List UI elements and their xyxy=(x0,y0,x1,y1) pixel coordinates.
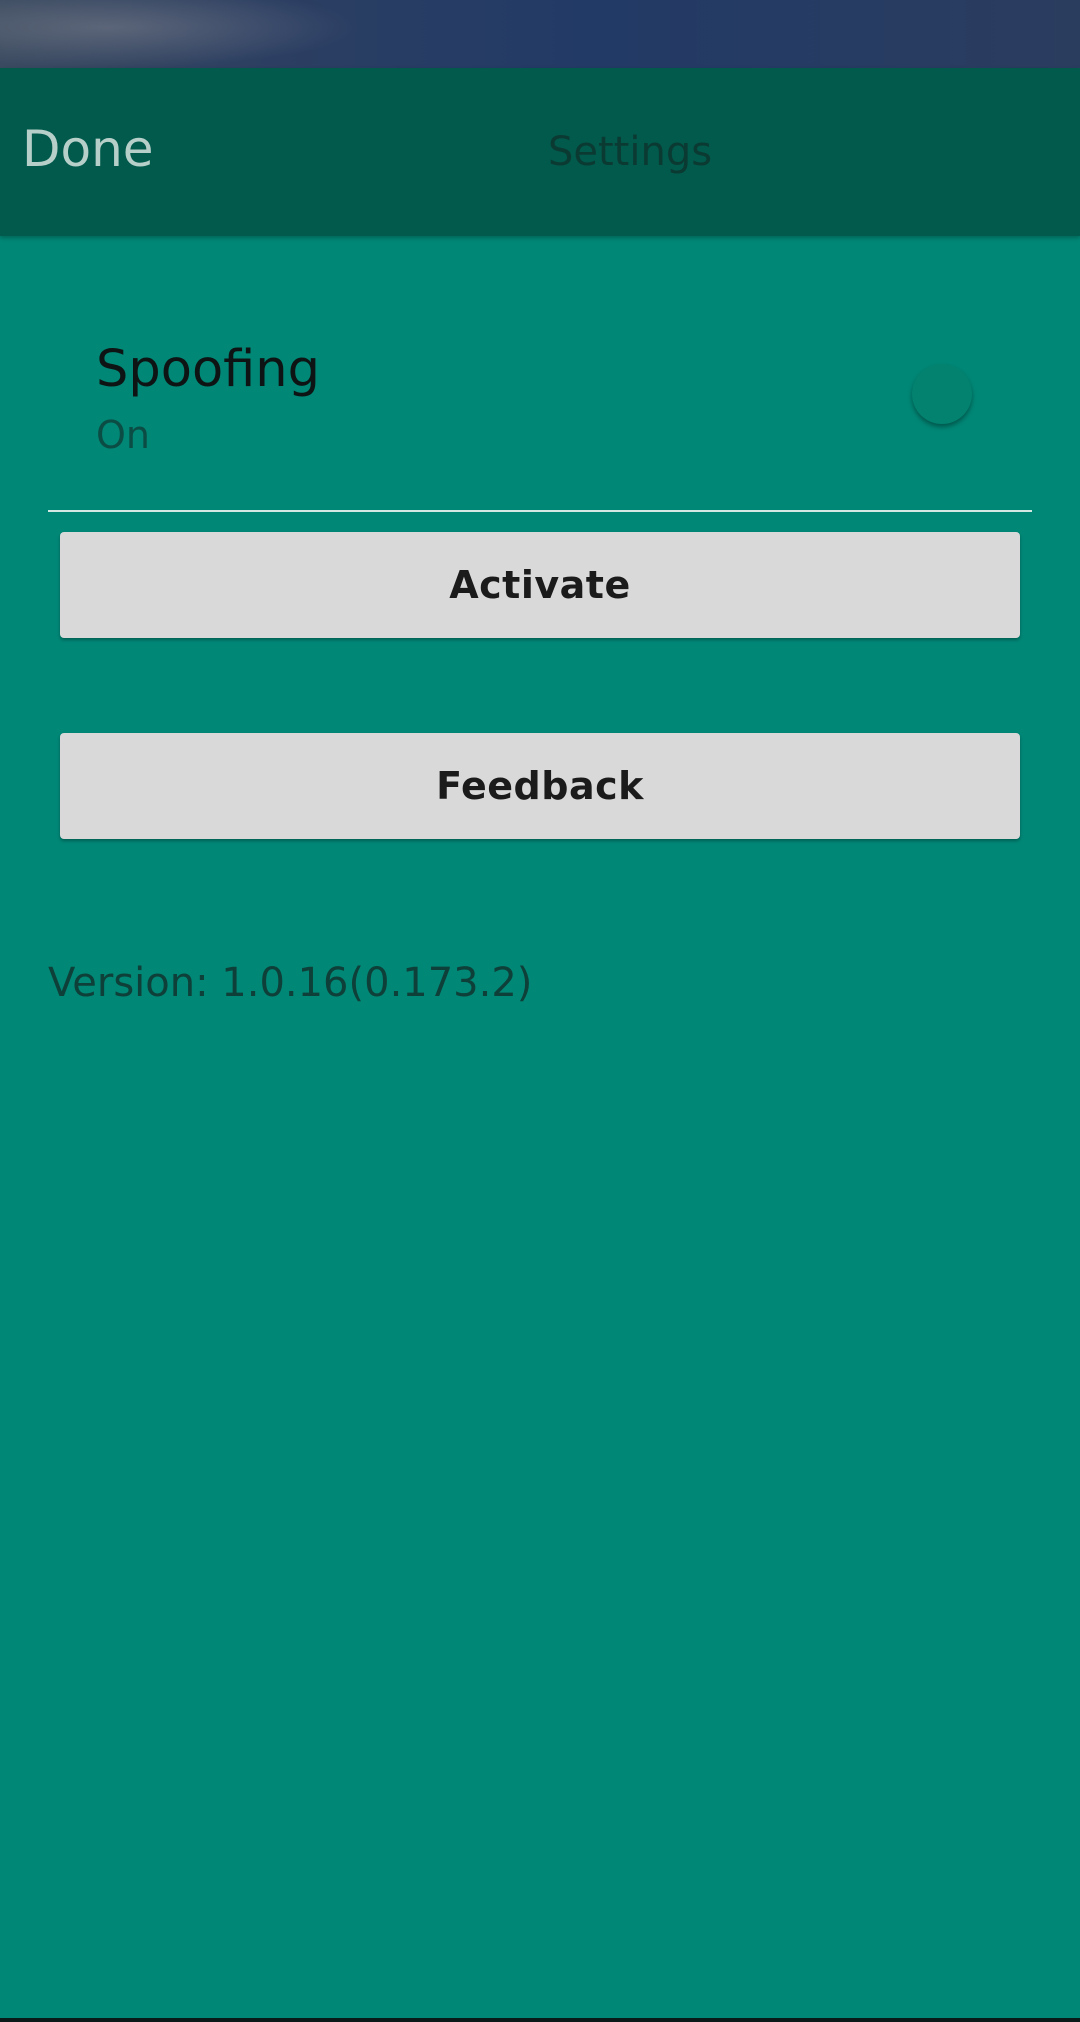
spoofing-toggle[interactable] xyxy=(912,364,972,424)
feedback-button[interactable]: Feedback xyxy=(60,733,1020,839)
page-title: Settings xyxy=(548,129,713,175)
top-app-bar: Done Settings xyxy=(0,68,1080,236)
spoofing-status: On xyxy=(96,413,150,457)
version-text: Version: 1.0.16(0.173.2) xyxy=(48,960,533,1006)
spoofing-preference[interactable]: Spoofing On xyxy=(0,236,1080,512)
status-bar xyxy=(0,0,1080,68)
spoofing-title: Spoofing xyxy=(96,340,320,399)
done-button[interactable]: Done xyxy=(22,124,154,174)
activate-button[interactable]: Activate xyxy=(60,532,1020,638)
bottom-edge xyxy=(0,2018,1080,2022)
divider xyxy=(48,510,1032,512)
